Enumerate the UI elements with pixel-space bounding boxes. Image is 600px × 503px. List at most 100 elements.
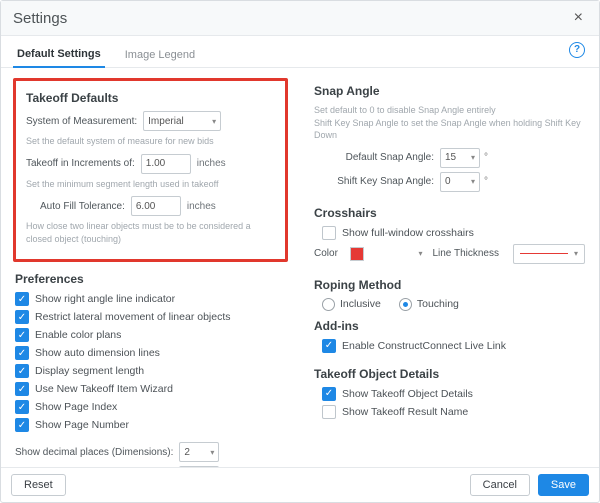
preference-label: Show auto dimension lines xyxy=(35,347,160,359)
show-result-name-label: Show Takeoff Result Name xyxy=(342,406,468,418)
show-object-details-row: ✓ Show Takeoff Object Details xyxy=(322,387,585,401)
crosshairs-thickness-label: Line Thickness xyxy=(432,248,499,259)
system-of-measurement-value: Imperial xyxy=(148,116,184,127)
system-of-measurement-row: System of Measurement: Imperial ▾ xyxy=(26,111,275,131)
default-snap-angle-value: 15 xyxy=(445,152,456,163)
tab-bar: Default Settings Image Legend ? xyxy=(1,36,599,68)
show-full-crosshairs-label: Show full-window crosshairs xyxy=(342,227,474,239)
cancel-button[interactable]: Cancel xyxy=(470,474,530,496)
shift-snap-angle-value: 0 xyxy=(445,176,451,187)
preference-label: Show Page Index xyxy=(35,401,117,413)
default-snap-angle-select[interactable]: 15 ▾ xyxy=(440,148,480,168)
preference-label: Show Page Number xyxy=(35,419,129,431)
chevron-down-icon: ▾ xyxy=(568,249,578,258)
chevron-down-icon: ▾ xyxy=(206,117,216,126)
tab-image-legend[interactable]: Image Legend xyxy=(121,43,199,67)
crosshairs-color-swatch[interactable] xyxy=(350,247,364,261)
shift-snap-angle-label: Shift Key Snap Angle: xyxy=(324,176,434,187)
addins-title: Add-ins xyxy=(314,319,585,333)
system-of-measurement-select[interactable]: Imperial ▾ xyxy=(143,111,221,131)
chevron-down-icon: ▾ xyxy=(465,153,475,162)
crosshairs-color-label: Color xyxy=(314,248,338,259)
increments-unit: inches xyxy=(197,158,226,169)
preference-checkbox[interactable]: ✓ xyxy=(15,364,29,378)
increments-input[interactable] xyxy=(141,154,191,174)
default-snap-angle-label: Default Snap Angle: xyxy=(324,152,434,163)
autofill-input[interactable] xyxy=(131,196,181,216)
help-icon[interactable]: ? xyxy=(569,42,585,58)
show-full-crosshairs-checkbox[interactable] xyxy=(322,226,336,240)
shift-snap-angle-row: Shift Key Snap Angle: 0 ▾ ° xyxy=(314,172,585,192)
chevron-down-icon: ▾ xyxy=(204,448,214,457)
preference-checkbox[interactable]: ✓ xyxy=(15,418,29,432)
live-link-label: Enable ConstructConnect Live Link xyxy=(342,340,506,352)
radio-icon xyxy=(399,298,412,311)
preference-row: ✓ Show Page Index xyxy=(15,400,286,414)
shift-snap-angle-select[interactable]: 0 ▾ xyxy=(440,172,480,192)
preference-checkbox[interactable]: ✓ xyxy=(15,292,29,306)
increments-row: Takeoff in Increments of: inches xyxy=(26,154,275,174)
preference-row: ✓ Use New Takeoff Item Wizard xyxy=(15,382,286,396)
right-column: Snap Angle Set default to 0 to disable S… xyxy=(300,68,599,467)
autofill-unit: inches xyxy=(187,201,216,212)
show-result-name-checkbox[interactable] xyxy=(322,405,336,419)
preference-row: ✓ Show right angle line indicator xyxy=(15,292,286,306)
tab-default-settings[interactable]: Default Settings xyxy=(13,42,105,68)
preference-checkbox[interactable]: ✓ xyxy=(15,382,29,396)
chevron-down-icon: ▾ xyxy=(465,177,475,186)
preference-checkbox[interactable]: ✓ xyxy=(15,346,29,360)
show-result-name-row: Show Takeoff Result Name xyxy=(322,405,585,419)
takeoff-defaults-section: Takeoff Defaults System of Measurement: … xyxy=(13,78,288,262)
preference-row: ✓ Display segment length xyxy=(15,364,286,378)
decimal-places-dimensions-label: Show decimal places (Dimensions): xyxy=(15,447,173,458)
roping-method-title: Roping Method xyxy=(314,278,585,292)
decimal-places-dimensions-row: Show decimal places (Dimensions): 2 ▾ xyxy=(15,442,286,462)
chevron-down-icon[interactable]: ▾ xyxy=(412,249,422,258)
object-details-title: Takeoff Object Details xyxy=(314,367,585,381)
show-full-crosshairs-row: Show full-window crosshairs xyxy=(322,226,585,240)
increments-hint: Set the minimum segment length used in t… xyxy=(26,178,275,191)
preference-row: ✓ Show auto dimension lines xyxy=(15,346,286,360)
preferences-list: ✓ Show right angle line indicator ✓Restric… xyxy=(15,292,286,432)
save-button[interactable]: Save xyxy=(538,474,589,496)
live-link-checkbox[interactable]: ✓ xyxy=(322,339,336,353)
roping-inclusive-option[interactable]: Inclusive xyxy=(322,298,381,311)
live-link-row: ✓ Enable ConstructConnect Live Link xyxy=(322,339,585,353)
line-sample-icon xyxy=(520,253,568,254)
decimal-places-dimensions-select[interactable]: 2 ▾ xyxy=(179,442,219,462)
snap-angle-title: Snap Angle xyxy=(314,84,585,98)
autofill-label: Auto Fill Tolerance: xyxy=(40,201,125,212)
snap-angle-hint: Set default to 0 to disable Snap Angle e… xyxy=(314,104,585,142)
increments-label: Takeoff in Increments of: xyxy=(26,158,135,169)
roping-method-group: Inclusive Touching xyxy=(322,298,585,311)
preference-checkbox[interactable]: ✓ xyxy=(15,310,29,324)
degree-icon: ° xyxy=(484,176,488,187)
preference-row: ✓Restrict lateral movement of linear obj… xyxy=(15,310,286,324)
settings-dialog: Settings × Default Settings Image Legend… xyxy=(0,0,600,503)
dialog-header: Settings × xyxy=(1,1,599,36)
preference-checkbox[interactable]: ✓ xyxy=(15,328,29,342)
roping-touching-option[interactable]: Touching xyxy=(399,298,459,311)
preference-label: Use New Takeoff Item Wizard xyxy=(35,383,173,395)
default-snap-angle-row: Default Snap Angle: 15 ▾ ° xyxy=(314,148,585,168)
preference-label: Show right angle line indicator xyxy=(35,293,175,305)
dialog-footer: Reset Cancel Save xyxy=(1,467,599,502)
show-object-details-checkbox[interactable]: ✓ xyxy=(322,387,336,401)
crosshairs-thickness-select[interactable]: ▾ xyxy=(513,244,585,264)
degree-icon: ° xyxy=(484,152,488,163)
preference-checkbox[interactable]: ✓ xyxy=(15,400,29,414)
reset-button[interactable]: Reset xyxy=(11,474,66,496)
roping-touching-label: Touching xyxy=(417,298,459,310)
dialog-body: Takeoff Defaults System of Measurement: … xyxy=(1,68,599,467)
crosshairs-style-row: Color ▾ Line Thickness ▾ xyxy=(314,244,585,264)
takeoff-defaults-title: Takeoff Defaults xyxy=(26,91,275,105)
preferences-title: Preferences xyxy=(15,272,286,286)
preference-label: Enable color plans xyxy=(35,329,121,341)
crosshairs-title: Crosshairs xyxy=(314,206,585,220)
close-icon[interactable]: × xyxy=(570,7,587,29)
show-object-details-label: Show Takeoff Object Details xyxy=(342,388,473,400)
autofill-row: Auto Fill Tolerance: inches xyxy=(26,196,275,216)
left-column: Takeoff Defaults System of Measurement: … xyxy=(1,68,300,467)
preference-label: Display segment length xyxy=(35,365,144,377)
system-of-measurement-hint: Set the default system of measure for ne… xyxy=(26,135,275,148)
